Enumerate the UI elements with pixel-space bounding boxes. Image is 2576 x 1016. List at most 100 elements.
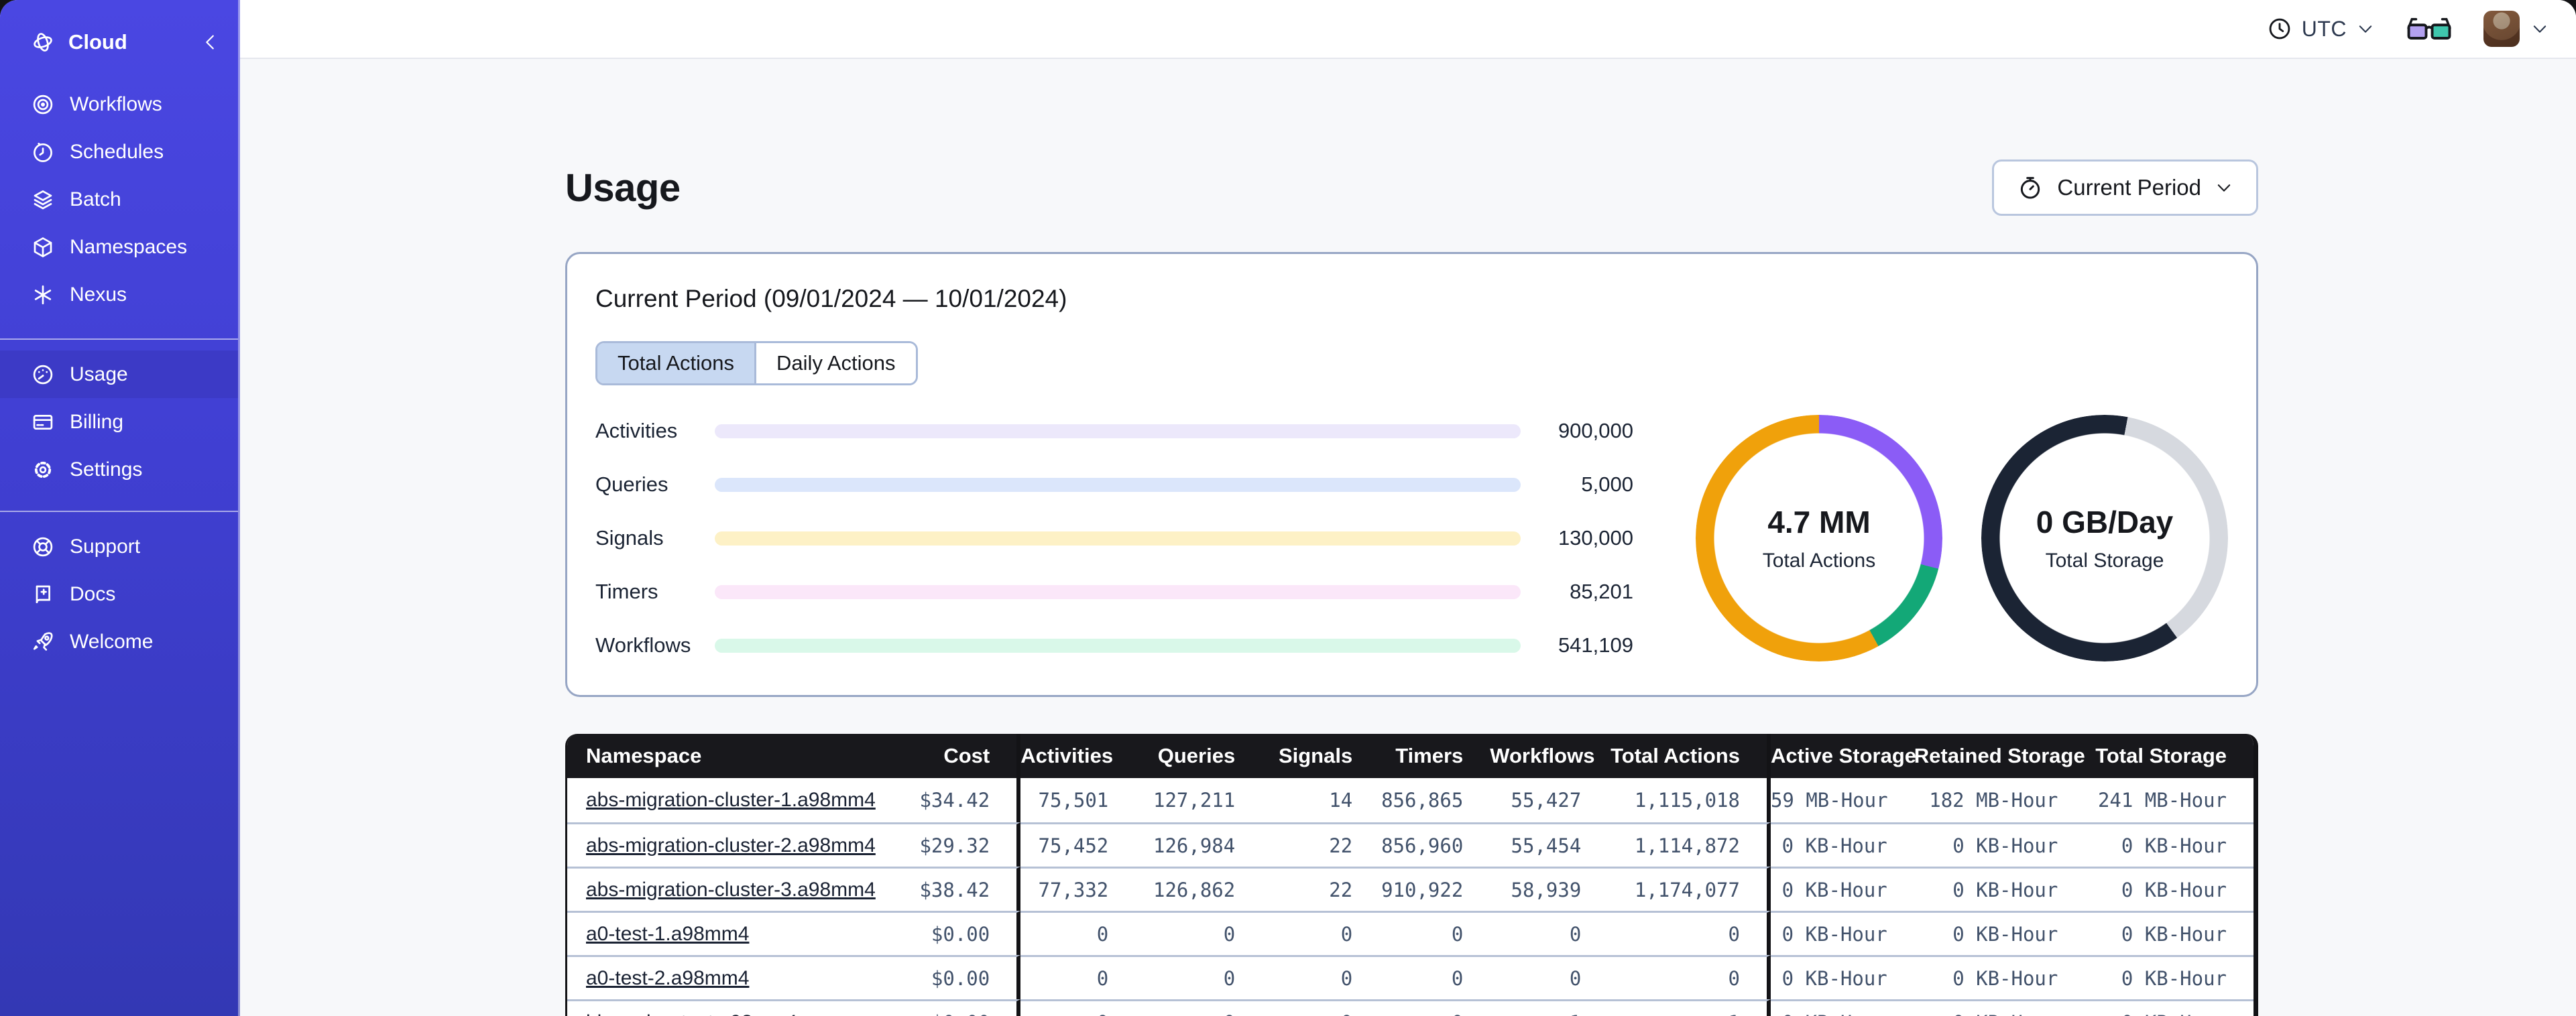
cell-total-actions: 1,114,872: [1608, 822, 1771, 867]
period-button-label: Current Period: [2057, 175, 2201, 200]
usage-summary-card: Current Period (09/01/2024 — 10/01/2024)…: [565, 252, 2258, 697]
column-header-total-actions: Total Actions: [1608, 734, 1771, 778]
bar-track: [715, 424, 1521, 438]
cell-queries: 0: [1135, 955, 1263, 999]
cell-retained-storage: 0 KB-Hour: [1914, 955, 2085, 999]
namespace-link[interactable]: a0-test-2.a98mm4: [586, 967, 749, 989]
cell-queries: 127,211: [1135, 778, 1263, 822]
table-row: abs-migration-cluster-3.a98mm4 $38.42 77,3…: [567, 867, 2253, 911]
sidebar-item-label: Settings: [70, 458, 143, 481]
sidebar-item-schedules[interactable]: Schedules: [0, 128, 238, 176]
column-header-namespace: Namespace: [567, 734, 861, 778]
account-menu[interactable]: [2483, 11, 2549, 47]
sidebar-item-label: Namespaces: [70, 235, 188, 258]
schedules-icon: [31, 140, 55, 164]
sidebar-item-usage[interactable]: Usage: [0, 351, 238, 398]
bar-row-workflows: Workflows 541,109: [595, 633, 1633, 657]
bar-label: Queries: [595, 472, 668, 496]
namespace-link[interactable]: abs-migration-cluster-3.a98mm4: [586, 879, 876, 901]
cell-total-actions: 1,174,077: [1608, 867, 1771, 911]
namespace-link[interactable]: abs-migration-cluster-2.a98mm4: [586, 834, 876, 856]
tab-total-actions[interactable]: Total Actions: [597, 343, 757, 383]
support-lifebuoy-icon: [31, 535, 55, 559]
cell-active-storage: 0 KB-Hour: [1770, 867, 1914, 911]
cell-timers: 0: [1379, 999, 1490, 1016]
page-title: Usage: [565, 166, 681, 210]
sidebar-item-namespaces[interactable]: Namespaces: [0, 223, 238, 271]
cell-retained-storage: 0 KB-Hour: [1914, 822, 2085, 867]
sidebar-item-label: Welcome: [70, 630, 154, 653]
dev-glasses-icon[interactable]: [2406, 14, 2453, 44]
cell-retained-storage: 0 KB-Hour: [1914, 911, 2085, 955]
cell-timers: 910,922: [1379, 867, 1490, 911]
namespace-link[interactable]: abs-migration-cluster-1.a98mm4: [586, 789, 876, 811]
cell-timers: 0: [1379, 911, 1490, 955]
sidebar-item-batch[interactable]: Batch: [0, 176, 238, 223]
table-row: a0-test-2.a98mm4 $0.00 0 0 0 0 0 0 0 KB-Hour 0 KB…: [567, 955, 2253, 999]
donut-value: 0 GB/Day: [2036, 505, 2174, 539]
cell-total-storage: 0 KB-Hour: [2085, 867, 2253, 911]
sidebar-collapse-button[interactable]: [200, 32, 221, 52]
title-row: Usage Current Period: [565, 160, 2258, 216]
brand-label: Cloud: [68, 30, 127, 54]
cell-queries: 0: [1135, 999, 1263, 1016]
sidebar-item-support[interactable]: Support: [0, 523, 238, 570]
topbar: UTC: [240, 0, 2576, 59]
cell-activities: 75,501: [1020, 778, 1136, 822]
sidebar-item-label: Nexus: [70, 283, 127, 306]
cell-queries: 126,984: [1135, 822, 1263, 867]
cell-cost: $34.42: [860, 778, 1021, 822]
donut-value: 4.7 MM: [1767, 505, 1871, 539]
sidebar-nav-account: Usage Billing Settings: [0, 351, 238, 493]
namespace-link[interactable]: bk-worker-test.a98mm4: [586, 1011, 797, 1016]
column-header-queries: Queries: [1135, 734, 1263, 778]
cell-workflows: 55,427: [1490, 778, 1608, 822]
usage-gauge-icon: [31, 363, 55, 387]
page-content: Usage Current Period Current Period (09/…: [240, 59, 2576, 1016]
nexus-asterisk-icon: [31, 283, 55, 307]
bar-row-signals: Signals 130,000: [595, 526, 1633, 550]
bar-value: 5,000: [1581, 472, 1633, 496]
tab-daily-actions[interactable]: Daily Actions: [756, 343, 916, 383]
cell-cost: $29.32: [860, 822, 1021, 867]
bar-label: Timers: [595, 580, 658, 603]
cell-activities: 0: [1020, 955, 1136, 999]
donut-subtitle: Total Actions: [1762, 550, 1876, 572]
namespace-link[interactable]: a0-test-1.a98mm4: [586, 923, 749, 945]
cell-workflows: 0: [1490, 955, 1608, 999]
period-selector-button[interactable]: Current Period: [1992, 160, 2258, 216]
settings-gear-icon: [31, 458, 55, 482]
app-window: Cloud Workflows Schedules Batch Namespaces N…: [0, 0, 2576, 1016]
column-header-cost: Cost: [860, 734, 1021, 778]
sidebar-divider: [0, 338, 238, 340]
cell-total-storage: 0 KB-Hour: [2085, 822, 2253, 867]
column-header-total-storage: Total Storage: [2085, 734, 2253, 778]
sidebar-item-workflows[interactable]: Workflows: [0, 80, 238, 128]
cell-active-storage: 0 KB-Hour: [1770, 955, 1914, 999]
chevron-down-icon: [2215, 178, 2233, 197]
cell-workflows: 58,939: [1490, 867, 1608, 911]
bar-value: 130,000: [1558, 526, 1633, 550]
bar-label: Activities: [595, 419, 678, 442]
sidebar-item-welcome[interactable]: Welcome: [0, 618, 238, 665]
cell-timers: 0: [1379, 955, 1490, 999]
bar-track: [715, 638, 1521, 653]
namespaces-cube-icon: [31, 235, 55, 259]
sidebar-item-label: Usage: [70, 363, 128, 385]
chart-row: Activities 900,000 Queries 5,000 Signals 130,…: [595, 415, 2228, 661]
bar-label: Workflows: [595, 633, 691, 657]
sidebar-item-settings[interactable]: Settings: [0, 446, 238, 493]
timezone-label: UTC: [2301, 16, 2347, 41]
timezone-select[interactable]: UTC: [2267, 16, 2375, 42]
cell-workflows: 1: [1490, 999, 1608, 1016]
chevron-down-icon: [2356, 19, 2375, 38]
cell-signals: 22: [1262, 867, 1380, 911]
sidebar-item-label: Support: [70, 535, 141, 558]
sidebar-item-billing[interactable]: Billing: [0, 398, 238, 446]
sidebar-item-docs[interactable]: Docs: [0, 570, 238, 618]
bar-row-activities: Activities 900,000: [595, 419, 1633, 443]
user-avatar[interactable]: [2483, 11, 2520, 47]
cell-retained-storage: 0 KB-Hour: [1914, 999, 2085, 1016]
cell-active-storage: 0 KB-Hour: [1770, 911, 1914, 955]
sidebar-item-nexus[interactable]: Nexus: [0, 271, 238, 318]
